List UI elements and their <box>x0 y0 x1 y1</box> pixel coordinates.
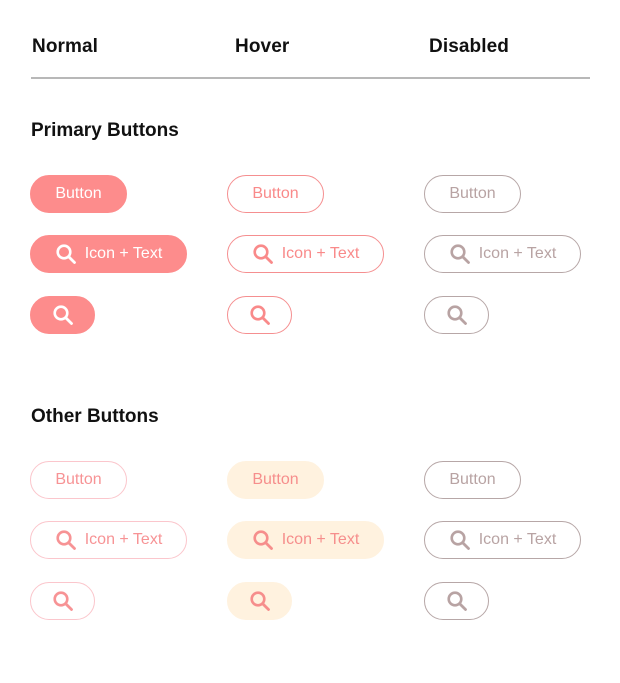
other-button-hover[interactable]: Button <box>227 461 324 499</box>
button-label: Icon + Text <box>478 531 557 548</box>
button-label: Button <box>252 185 299 202</box>
search-icon <box>52 590 74 612</box>
button-label: Button <box>55 471 102 488</box>
button-label: Icon + Text <box>84 531 163 548</box>
other-icon-text-button-hover[interactable]: Icon + Text <box>227 521 384 559</box>
other-icon-text-button-disabled: Icon + Text <box>424 521 581 559</box>
search-icon <box>55 529 77 551</box>
other-icon-button-normal[interactable] <box>30 582 95 620</box>
search-icon <box>446 304 468 326</box>
search-icon <box>249 590 271 612</box>
primary-button-normal[interactable]: Button <box>30 175 127 213</box>
primary-button-hover[interactable]: Button <box>227 175 324 213</box>
button-label: Icon + Text <box>281 531 360 548</box>
section-title-other: Other Buttons <box>31 406 159 427</box>
search-icon <box>252 243 274 265</box>
primary-icon-button-disabled <box>424 296 489 334</box>
other-button-disabled: Button <box>424 461 521 499</box>
search-icon <box>249 304 271 326</box>
search-icon <box>52 304 74 326</box>
search-icon <box>449 529 471 551</box>
primary-icon-text-button-hover[interactable]: Icon + Text <box>227 235 384 273</box>
search-icon <box>252 529 274 551</box>
search-icon <box>55 243 77 265</box>
button-label: Button <box>449 185 496 202</box>
button-label: Button <box>55 185 102 202</box>
search-icon <box>449 243 471 265</box>
other-icon-button-disabled <box>424 582 489 620</box>
search-icon <box>446 590 468 612</box>
button-label: Icon + Text <box>281 245 360 262</box>
primary-icon-button-normal[interactable] <box>30 296 95 334</box>
button-label: Button <box>252 471 299 488</box>
header-divider <box>31 77 590 79</box>
button-label: Button <box>449 471 496 488</box>
other-icon-button-hover[interactable] <box>227 582 292 620</box>
button-label: Icon + Text <box>84 245 163 262</box>
other-button-normal[interactable]: Button <box>30 461 127 499</box>
column-header-normal: Normal <box>32 36 99 57</box>
primary-icon-text-button-disabled: Icon + Text <box>424 235 581 273</box>
column-header-disabled: Disabled <box>429 36 509 57</box>
primary-button-disabled: Button <box>424 175 521 213</box>
primary-icon-text-button-normal[interactable]: Icon + Text <box>30 235 187 273</box>
column-header-hover: Hover <box>235 36 290 57</box>
button-label: Icon + Text <box>478 245 557 262</box>
primary-icon-button-hover[interactable] <box>227 296 292 334</box>
section-title-primary: Primary Buttons <box>31 120 179 141</box>
other-icon-text-button-normal[interactable]: Icon + Text <box>30 521 187 559</box>
